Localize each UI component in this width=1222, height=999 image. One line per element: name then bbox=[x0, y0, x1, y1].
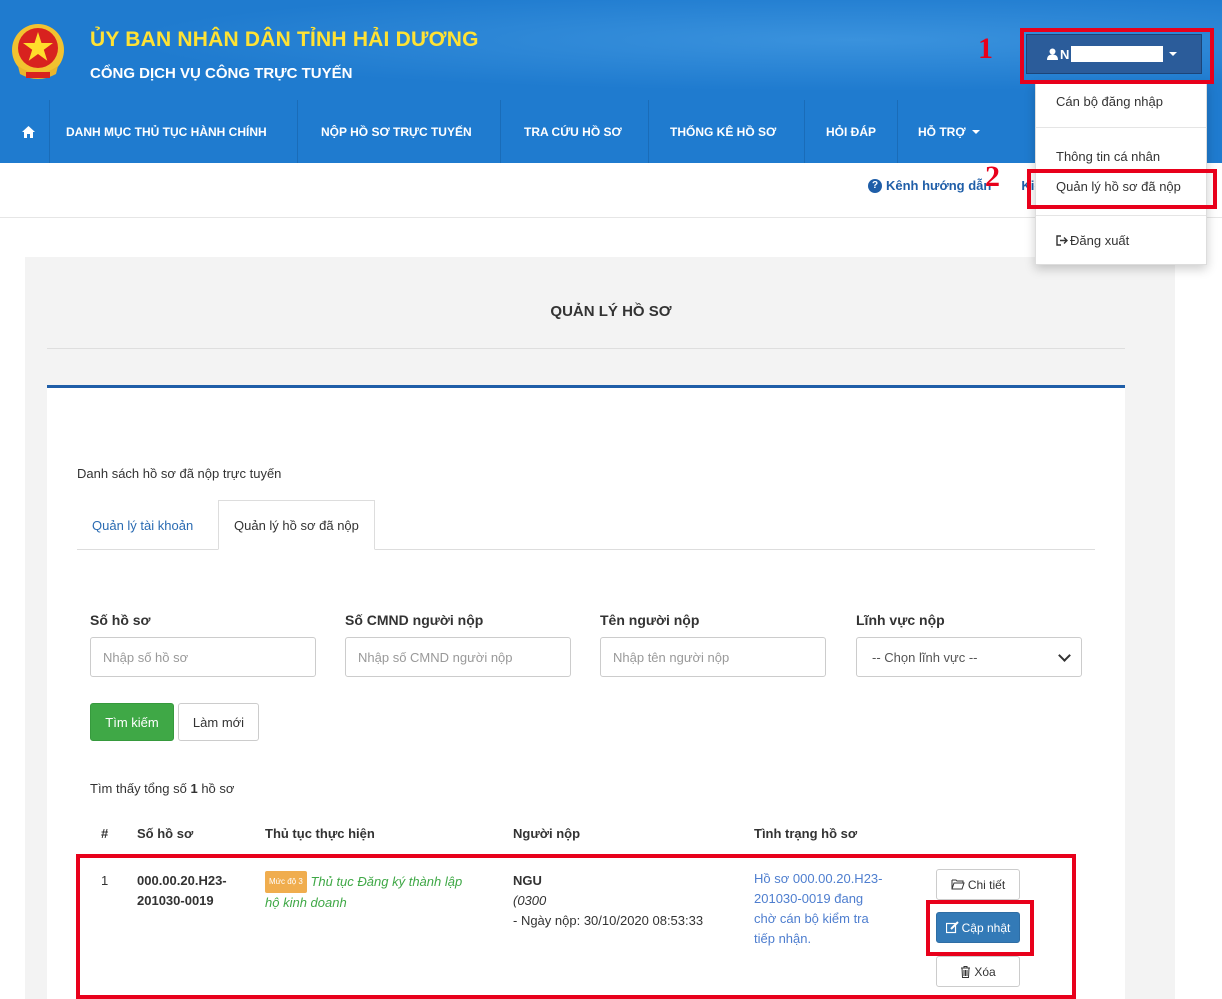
nav-separator bbox=[897, 100, 898, 163]
id-number-input[interactable] bbox=[345, 637, 571, 677]
annotation-step-2: 2 bbox=[985, 160, 1000, 193]
field-select-value: -- Chọn lĩnh vực -- bbox=[872, 649, 978, 665]
caret-down-icon bbox=[971, 129, 980, 134]
id-number-label: Số CMND người nộp bbox=[345, 612, 484, 628]
column-header-index: # bbox=[101, 826, 109, 841]
menu-divider bbox=[1036, 215, 1206, 216]
result-count-prefix: Tìm thấy tổng số bbox=[90, 781, 187, 796]
nav-item-lookup[interactable]: TRA CỨU HỒ SƠ bbox=[524, 100, 622, 163]
page-root: ỦY BAN NHÂN DÂN TỈNH HẢI DƯƠNG CỔNG DỊCH… bbox=[0, 0, 1222, 999]
nav-item-statistics[interactable]: THỐNG KÊ HỒ SƠ bbox=[670, 100, 776, 163]
menu-item-profile[interactable]: Thông tin cá nhân bbox=[1056, 149, 1160, 164]
menu-divider bbox=[1036, 127, 1206, 128]
nav-separator bbox=[804, 100, 805, 163]
search-button[interactable]: Tìm kiếm bbox=[90, 703, 174, 741]
site-title: ỦY BAN NHÂN DÂN TỈNH HẢI DƯƠNG bbox=[90, 28, 479, 51]
result-count: Tìm thấy tổng số 1 hồ sơ bbox=[90, 781, 234, 796]
nav-home[interactable] bbox=[22, 100, 35, 163]
result-count-number: 1 bbox=[190, 781, 198, 796]
nav-item-support[interactable]: HỖ TRỢ bbox=[918, 100, 980, 163]
column-header-record-number: Số hồ sơ bbox=[137, 826, 194, 841]
nav-separator bbox=[297, 100, 298, 163]
nav-separator bbox=[49, 100, 50, 163]
annotation-box-account-button bbox=[1020, 28, 1214, 84]
annotation-step-1: 1 bbox=[978, 32, 993, 65]
menu-item-logout[interactable]: Đăng xuất bbox=[1056, 233, 1129, 248]
column-header-status: Tình trạng hồ sơ bbox=[754, 826, 858, 841]
guide-link[interactable]: ? Kênh hướng dẫn Kio bbox=[868, 178, 1042, 193]
national-emblem-icon bbox=[12, 24, 64, 79]
question-icon: ? bbox=[868, 178, 882, 193]
nav-support-label: HỖ TRỢ bbox=[918, 124, 966, 139]
record-number-label: Số hồ sơ bbox=[90, 612, 151, 628]
column-header-submitter: Người nộp bbox=[513, 826, 581, 841]
nav-separator bbox=[500, 100, 501, 163]
column-header-procedure: Thủ tục thực hiện bbox=[265, 826, 375, 841]
tab-account[interactable]: Quản lý tài khoản bbox=[77, 500, 208, 550]
reset-button[interactable]: Làm mới bbox=[178, 703, 259, 741]
tab-submitted-records[interactable]: Quản lý hồ sơ đã nộp bbox=[218, 500, 375, 550]
page-title: QUẢN LÝ HỒ SƠ bbox=[550, 303, 672, 320]
record-number-input[interactable] bbox=[90, 637, 316, 677]
field-select[interactable]: -- Chọn lĩnh vực -- bbox=[856, 637, 1082, 677]
home-icon bbox=[22, 125, 35, 138]
menu-item-staff-login[interactable]: Cán bộ đăng nhập bbox=[1056, 94, 1163, 109]
sign-out-icon bbox=[1056, 235, 1068, 246]
result-count-suffix: hồ sơ bbox=[201, 781, 235, 796]
field-select-label: Lĩnh vực nộp bbox=[856, 612, 945, 628]
submitter-name-label: Tên người nộp bbox=[600, 612, 700, 628]
guide-label: Kênh hướng dẫn bbox=[886, 178, 992, 193]
divider bbox=[47, 348, 1125, 349]
chevron-down-icon bbox=[1058, 649, 1071, 662]
logout-label: Đăng xuất bbox=[1070, 233, 1130, 248]
nav-item-procedures[interactable]: DANH MỤC THỦ TỤC HÀNH CHÍNH bbox=[66, 100, 267, 163]
nav-item-qa[interactable]: HỎI ĐÁP bbox=[826, 100, 876, 163]
nav-separator bbox=[648, 100, 649, 163]
list-title: Danh sách hồ sơ đã nộp trực tuyến bbox=[77, 466, 282, 481]
submitter-name-input[interactable] bbox=[600, 637, 826, 677]
annotation-box-menu-item bbox=[1027, 169, 1217, 209]
site-subtitle: CỔNG DỊCH VỤ CÔNG TRỰC TUYẾN bbox=[90, 65, 353, 82]
annotation-box-update-button bbox=[926, 900, 1034, 956]
nav-item-submit-online[interactable]: NỘP HỒ SƠ TRỰC TUYẾN bbox=[321, 100, 472, 163]
